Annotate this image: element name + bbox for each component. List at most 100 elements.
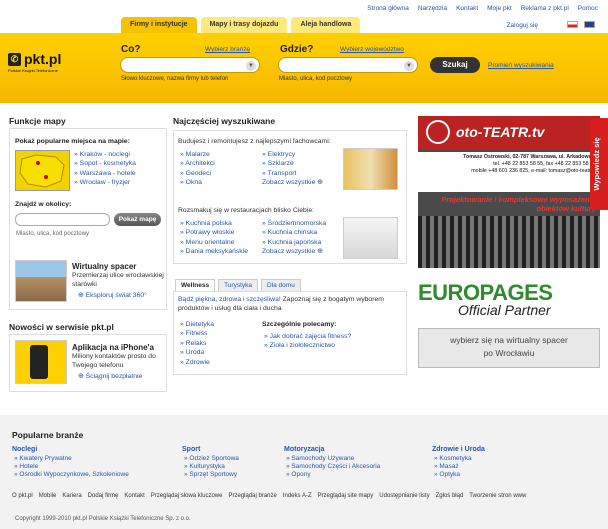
help-link[interactable]: Pomoc	[578, 5, 598, 12]
list-item[interactable]: » Kosmetyka	[434, 455, 472, 463]
map-icon	[19, 154, 65, 188]
choose-branch-link[interactable]: Wybierz branżę	[205, 46, 250, 53]
list-item[interactable]: » Zioła i ziołolecznictwo	[264, 341, 351, 350]
builders-thumbnail[interactable]	[343, 148, 398, 190]
branch-list: » Samochody Używane » Samochody Części i…	[286, 455, 380, 480]
download-link[interactable]: ⊕ Ściągnij bezpłatnie	[78, 372, 142, 380]
news-title: Nowości w serwisie pkt.pl	[9, 322, 114, 332]
feedback-tab[interactable]: Wypowiedz się	[590, 118, 608, 210]
virtual-walk-thumbnail[interactable]	[15, 260, 67, 302]
footer-link[interactable]: Udostępnianie listy	[379, 493, 429, 499]
see-all-link[interactable]: Zobacz wszystkie ⊕	[262, 247, 326, 256]
wellness-intro: Bądź piękna, zdrowa i szczęśliwa! Zapozn…	[178, 296, 384, 312]
login-link[interactable]: Zaloguj się	[507, 22, 538, 29]
explore-360-link[interactable]: ⊕ Eksploruj świat 360°	[78, 291, 147, 299]
poland-map-thumbnail[interactable]	[15, 150, 70, 191]
list-item[interactable]: » Odzież Sportowa	[184, 455, 239, 463]
see-all-link[interactable]: Zobacz wszystkie ⊕	[262, 178, 323, 187]
list-item[interactable]: » Kulturystyka	[184, 463, 239, 471]
ads-link[interactable]: Reklama z pkt.pl	[521, 5, 569, 12]
list-item[interactable]: » Kwatery Prywatne	[14, 455, 129, 463]
virtual-walk-ad[interactable]: wybierz się na wirtualny spacer po Wrocł…	[418, 328, 600, 368]
list-item[interactable]: » Ośrodki Wypoczynkowe, Szkoleniowe	[14, 471, 129, 479]
list-item[interactable]: » Architekci	[180, 159, 215, 168]
list-item[interactable]: » Śródziemnomorska	[262, 219, 326, 228]
tab-maps[interactable]: Mapy i trasy dojazdu	[200, 17, 288, 33]
arrow-icon: ⊕	[78, 292, 86, 299]
list-item[interactable]: » Sprzęt Sportowy	[184, 471, 239, 479]
list-item[interactable]: » Jak dobrać zajęcia fitness?	[264, 332, 351, 341]
polish-flag-icon[interactable]	[567, 21, 578, 28]
recommend-title: Szczególnie polecamy:	[262, 321, 337, 328]
wellness-list: » Dietetyka » Fitness » Relaks » Uroda »…	[180, 320, 214, 367]
my-pkt-link[interactable]: Moje pkt	[487, 5, 512, 12]
nearby-input[interactable]	[15, 213, 110, 226]
europages-ad[interactable]: EUROPAGES Official Partner	[418, 280, 600, 320]
list-item[interactable]: » Szklarze	[262, 159, 323, 168]
what-input[interactable]: ▼	[120, 57, 260, 73]
list-item[interactable]: » Geodeci	[180, 169, 215, 178]
branch-head[interactable]: Motoryzacja	[284, 446, 324, 453]
list-item[interactable]: » Relaks	[180, 339, 214, 348]
list-item[interactable]: » Kraków - noclegi	[74, 150, 136, 159]
popular-places-title: Pokaż popularne miejsca na mapie:	[15, 138, 130, 145]
list-item[interactable]: » Dietetyka	[180, 320, 214, 329]
footer-link[interactable]: Kontakt	[124, 493, 144, 499]
list-item[interactable]: » Dania meksykańskie	[180, 247, 248, 256]
branch-head[interactable]: Sport	[182, 446, 200, 453]
footer-link[interactable]: Kariera	[62, 493, 81, 499]
footer-link[interactable]: O pkt.pl	[12, 493, 33, 499]
footer-link[interactable]: Mobile	[39, 493, 57, 499]
list-item[interactable]: » Menu orientalne	[180, 238, 248, 247]
logo[interactable]: ✆ pkt.pl Polskie Książki Telefoniczne	[8, 51, 75, 75]
english-flag-icon[interactable]	[584, 21, 595, 28]
list-item[interactable]: » Potrawy włoskie	[180, 228, 248, 237]
chef-thumbnail[interactable]	[343, 217, 398, 259]
tab-shopping[interactable]: Aleja handlowa	[291, 17, 361, 33]
footer-link[interactable]: Dodaj firmę	[88, 493, 119, 499]
footer-link[interactable]: Przeglądaj słowa kluczowe	[151, 493, 223, 499]
oto-teatr-ad[interactable]: oto-TEATR.tv Tomasz Ostrowski, 02-787 Wa…	[418, 116, 600, 268]
list-item[interactable]: » Wrocław - fryzjer	[74, 178, 136, 187]
list-item[interactable]: » Uroda	[180, 348, 214, 357]
tab-companies[interactable]: Firmy i instytucje	[121, 17, 197, 33]
branch-head[interactable]: Noclegi	[12, 446, 37, 453]
list-item[interactable]: » Kuchnia japońska	[262, 238, 326, 247]
wellness-intro-link[interactable]: Bądź piękna, zdrowa i szczęśliwa!	[178, 296, 281, 303]
list-item[interactable]: » Samochody Części i Akcesoria	[286, 463, 380, 471]
list-item[interactable]: » Kuchnia polska	[180, 219, 248, 228]
list-item[interactable]: » Zdrowie	[180, 358, 214, 367]
list-item[interactable]: » Samochody Używane	[286, 455, 380, 463]
list-item[interactable]: » Warszawa - hotele	[74, 169, 136, 178]
list-item[interactable]: » Masaż	[434, 463, 472, 471]
list-item[interactable]: » Optyka	[434, 471, 472, 479]
list-item[interactable]: » Kuchnia chińska	[262, 228, 326, 237]
chevron-down-icon[interactable]: ▼	[246, 61, 256, 71]
search-radius-link[interactable]: Promień wyszukiwania	[488, 62, 554, 69]
list-item[interactable]: » Elektrycy	[262, 150, 323, 159]
footer-link[interactable]: Tworzenie stron www	[469, 493, 526, 499]
list-item[interactable]: » Sopot - kosmetyka	[74, 159, 136, 168]
tools-link[interactable]: Narzędzia	[418, 5, 447, 12]
list-item[interactable]: » Hotele	[14, 463, 129, 471]
contact-link[interactable]: Kontakt	[456, 5, 478, 12]
footer-link[interactable]: Zgłoś błąd	[436, 493, 464, 499]
list-item[interactable]: » Malarze	[180, 150, 215, 159]
chevron-down-icon[interactable]: ▼	[404, 61, 414, 71]
branch-head[interactable]: Zdrowie i Uroda	[432, 446, 485, 453]
footer-link[interactable]: Przeglądaj branże	[228, 493, 276, 499]
list-item[interactable]: » Okna	[180, 178, 215, 187]
list-item[interactable]: » Opony	[286, 471, 380, 479]
list-item[interactable]: » Fitness	[180, 329, 214, 338]
footer-link[interactable]: Indeks A-Z	[283, 493, 312, 499]
footer-link[interactable]: Przeglądaj site mapy	[318, 493, 374, 499]
show-map-button[interactable]: Pokaż mapę	[114, 213, 161, 226]
list-item[interactable]: » Transport	[262, 169, 323, 178]
iphone-app-thumbnail[interactable]	[15, 340, 67, 384]
home-link[interactable]: Strona główna	[367, 5, 409, 12]
app-text: Miliony kontaktów prosto do Twojego tele…	[72, 353, 156, 369]
popular-branches-title: Popularne branże	[12, 430, 84, 440]
choose-region-link[interactable]: Wybierz województwo	[340, 46, 404, 53]
search-button[interactable]: Szukaj	[430, 57, 480, 73]
where-input[interactable]: ▼	[278, 57, 418, 73]
